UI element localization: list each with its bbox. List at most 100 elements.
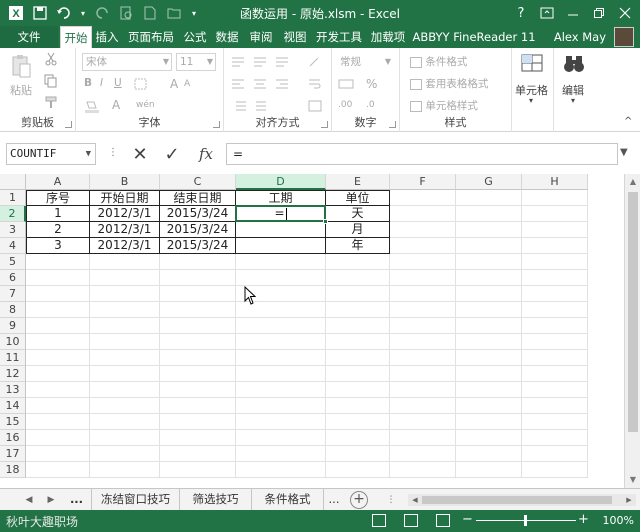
- cell-C5[interactable]: [160, 254, 236, 270]
- cell-B3[interactable]: 2012/3/1: [90, 222, 160, 238]
- close-icon[interactable]: [612, 2, 638, 24]
- indent-icon[interactable]: [232, 100, 272, 115]
- cell-G1[interactable]: [456, 190, 522, 206]
- increase-decimal-icon[interactable]: .0: [366, 100, 375, 110]
- worksheet-grid[interactable]: ▲ ▼ A B C D E F G H 1 序号 开始日期 结束日期 工期 单位 2 1 2012/3/1 201…: [0, 174, 640, 488]
- cell-C8[interactable]: [160, 302, 236, 318]
- name-box[interactable]: COUNTIF ▼: [6, 143, 96, 165]
- cell-H17[interactable]: [522, 446, 588, 462]
- cell-F10[interactable]: [390, 334, 456, 350]
- column-header[interactable]: B: [90, 174, 160, 190]
- cell-H6[interactable]: [522, 270, 588, 286]
- cell-D5[interactable]: [236, 254, 326, 270]
- cell-H13[interactable]: [522, 382, 588, 398]
- fill-handle[interactable]: [323, 219, 328, 224]
- cell-H14[interactable]: [522, 398, 588, 414]
- cell-B2[interactable]: 2012/3/1: [90, 206, 160, 222]
- row-header[interactable]: 15: [0, 414, 26, 430]
- cell-H8[interactable]: [522, 302, 588, 318]
- row-header[interactable]: 17: [0, 446, 26, 462]
- cell-C3[interactable]: 2015/3/24: [160, 222, 236, 238]
- orientation-icon[interactable]: [308, 56, 322, 71]
- cell-B6[interactable]: [90, 270, 160, 286]
- cell-G16[interactable]: [456, 430, 522, 446]
- horizontal-scrollbar[interactable]: ◀ ▶: [408, 494, 636, 506]
- cell-F7[interactable]: [390, 286, 456, 302]
- column-header[interactable]: A: [26, 174, 90, 190]
- column-header[interactable]: G: [456, 174, 522, 190]
- cell-A13[interactable]: [26, 382, 90, 398]
- font-dialog-launcher-icon[interactable]: [213, 121, 220, 128]
- cell-D10[interactable]: [236, 334, 326, 350]
- cell-A4[interactable]: 3: [26, 238, 90, 254]
- cell-F15[interactable]: [390, 414, 456, 430]
- cell-H2[interactable]: [522, 206, 588, 222]
- italic-button[interactable]: I: [100, 77, 103, 89]
- percent-button[interactable]: %: [366, 77, 377, 91]
- row-header[interactable]: 18: [0, 462, 26, 478]
- cell-C13[interactable]: [160, 382, 236, 398]
- cell-A11[interactable]: [26, 350, 90, 366]
- cell-F5[interactable]: [390, 254, 456, 270]
- cell-F1[interactable]: [390, 190, 456, 206]
- cell-D9[interactable]: [236, 318, 326, 334]
- cell-E13[interactable]: [326, 382, 390, 398]
- cell-B18[interactable]: [90, 462, 160, 478]
- zoom-slider-thumb[interactable]: [524, 515, 527, 526]
- cell-D14[interactable]: [236, 398, 326, 414]
- wrap-text-icon[interactable]: [308, 78, 322, 93]
- row-header[interactable]: 1: [0, 190, 26, 206]
- cell-A9[interactable]: [26, 318, 90, 334]
- cell-G2[interactable]: [456, 206, 522, 222]
- page-layout-view-icon[interactable]: [404, 514, 418, 527]
- cell-A2[interactable]: 1: [26, 206, 90, 222]
- cell-B12[interactable]: [90, 366, 160, 382]
- cell-C10[interactable]: [160, 334, 236, 350]
- restore-icon[interactable]: [586, 2, 612, 24]
- tab-add-ins[interactable]: 加载项: [368, 26, 408, 48]
- format-painter-icon[interactable]: [44, 96, 58, 113]
- cell-E11[interactable]: [326, 350, 390, 366]
- cell-E17[interactable]: [326, 446, 390, 462]
- add-sheet-icon[interactable]: +: [350, 491, 368, 509]
- cell-D3[interactable]: [236, 222, 326, 238]
- cell-H4[interactable]: [522, 238, 588, 254]
- font-name-combo[interactable]: 宋体 ▼: [82, 53, 172, 71]
- row-header[interactable]: 13: [0, 382, 26, 398]
- tab-insert[interactable]: 插入: [92, 26, 122, 48]
- underline-button[interactable]: U: [114, 77, 122, 89]
- cell-H11[interactable]: [522, 350, 588, 366]
- cell-A12[interactable]: [26, 366, 90, 382]
- cell-F4[interactable]: [390, 238, 456, 254]
- cell-C9[interactable]: [160, 318, 236, 334]
- cell-A15[interactable]: [26, 414, 90, 430]
- cell-C17[interactable]: [160, 446, 236, 462]
- cell-A14[interactable]: [26, 398, 90, 414]
- cell-D6[interactable]: [236, 270, 326, 286]
- cell-D1[interactable]: 工期: [236, 190, 326, 206]
- cell-H18[interactable]: [522, 462, 588, 478]
- cell-C11[interactable]: [160, 350, 236, 366]
- paste-icon[interactable]: [10, 54, 34, 78]
- cell-E7[interactable]: [326, 286, 390, 302]
- sheet-tab[interactable]: 条件格式: [252, 489, 324, 510]
- cell-E10[interactable]: [326, 334, 390, 350]
- cell-E2[interactable]: 天: [326, 206, 390, 222]
- cell-E8[interactable]: [326, 302, 390, 318]
- cell-D17[interactable]: [236, 446, 326, 462]
- cell-E14[interactable]: [326, 398, 390, 414]
- tab-view[interactable]: 视图: [280, 26, 310, 48]
- cell-E12[interactable]: [326, 366, 390, 382]
- cell-F9[interactable]: [390, 318, 456, 334]
- normal-view-icon[interactable]: [372, 514, 386, 527]
- cell-F18[interactable]: [390, 462, 456, 478]
- next-sheet-icon[interactable]: ▶: [44, 492, 58, 508]
- sheet-tabs-ellipsis-right[interactable]: ...: [324, 489, 344, 510]
- cell-B17[interactable]: [90, 446, 160, 462]
- cell-G13[interactable]: [456, 382, 522, 398]
- cell-E9[interactable]: [326, 318, 390, 334]
- cell-H15[interactable]: [522, 414, 588, 430]
- expand-formula-bar-icon[interactable]: ▼: [620, 147, 628, 158]
- scroll-up-icon[interactable]: ▲: [625, 174, 640, 190]
- scroll-left-icon[interactable]: ◀: [408, 492, 422, 508]
